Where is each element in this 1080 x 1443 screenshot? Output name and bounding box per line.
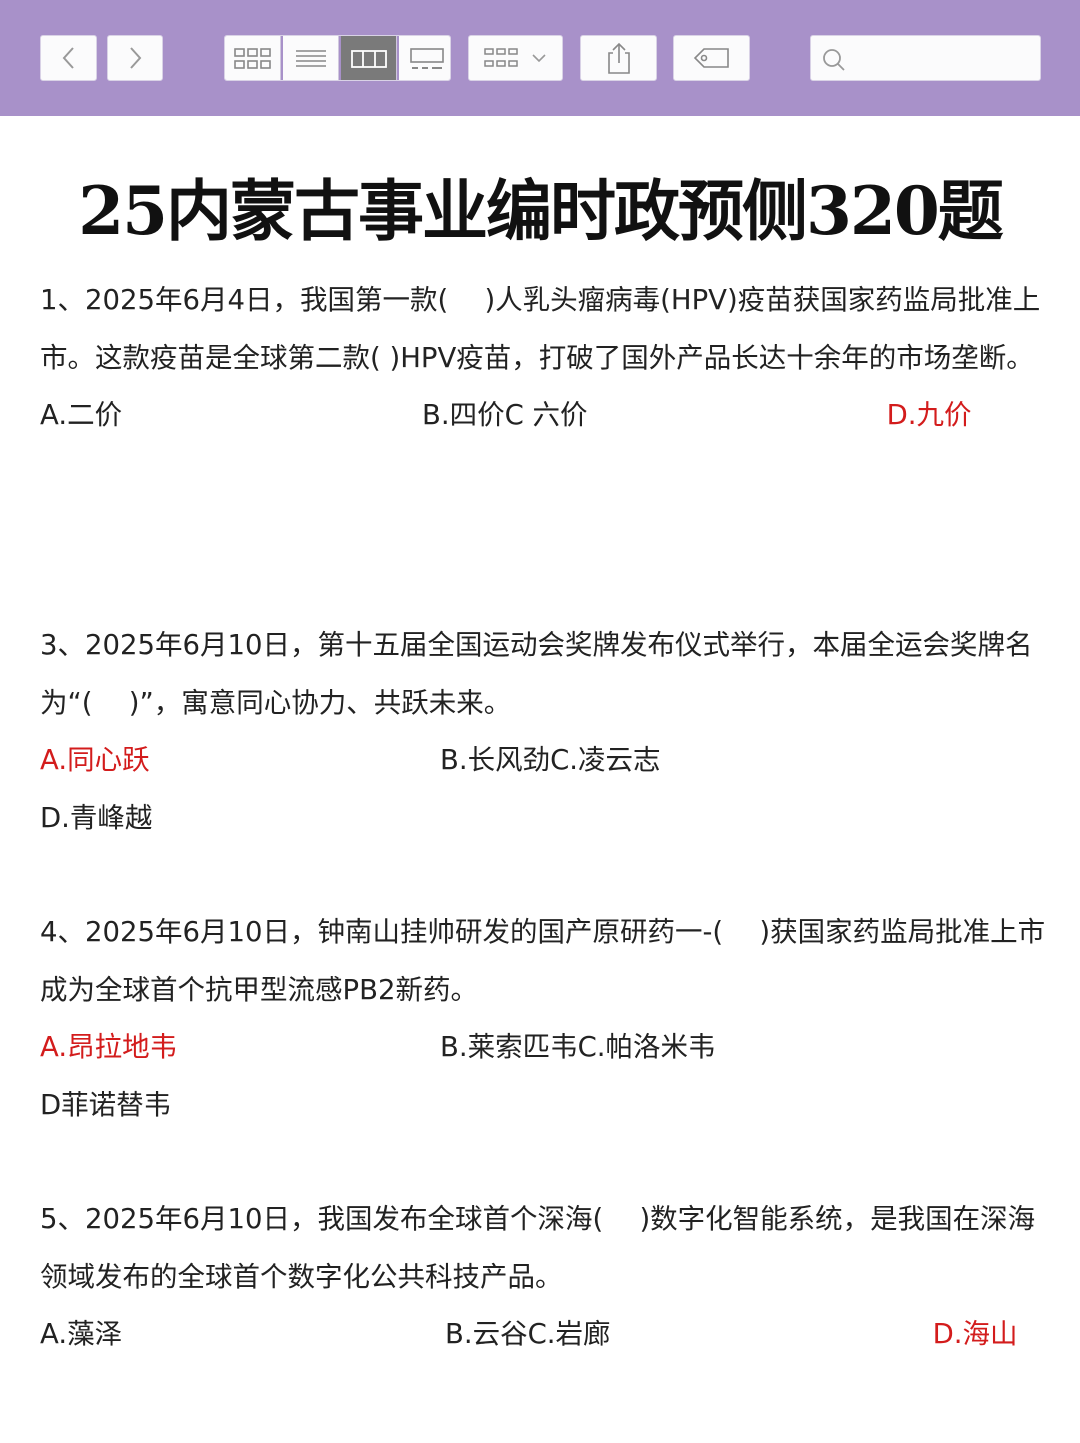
column-view-button[interactable] bbox=[341, 36, 397, 80]
option-d[interactable]: D菲诺替韦 bbox=[40, 1077, 171, 1135]
question-4: 4、2025年6月10日，钟南山挂帅研发的国产原研药一-( )获国家药监局批准上… bbox=[40, 904, 1050, 1134]
question-stem: 1、2025年6月4日，我国第一款( )人乳头瘤病毒(HPV)疫苗获国家药监局批… bbox=[40, 284, 1041, 374]
search-input[interactable] bbox=[855, 44, 1034, 74]
question-5: 5、2025年6月10日，我国发布全球首个深海( )数字化智能系统，是我国在深海… bbox=[40, 1191, 1050, 1364]
question-3: 3、2025年6月10日，第十五届全国运动会奖牌发布仪式举行，本届全运会奖牌名为… bbox=[40, 617, 1050, 847]
group-by-button[interactable] bbox=[468, 35, 563, 81]
share-icon bbox=[607, 42, 630, 74]
chevron-left-icon bbox=[62, 47, 74, 69]
option-c[interactable]: C.凌云志 bbox=[550, 732, 950, 790]
grid-view-icon bbox=[233, 48, 271, 69]
option-b[interactable]: B.长风劲 bbox=[440, 732, 550, 790]
chevron-right-icon bbox=[130, 47, 142, 69]
list-view-button[interactable] bbox=[283, 36, 339, 80]
options: A.昂拉地韦 B.莱索匹韦 C.帕洛米韦 D菲诺替韦 bbox=[40, 1019, 1050, 1134]
option-a-answer[interactable]: A.同心跃 bbox=[40, 732, 440, 790]
option-d-answer[interactable]: D.海山 bbox=[933, 1306, 1018, 1364]
view-mode-group bbox=[224, 35, 451, 81]
options: A.藻泽 B.云谷 C.岩廊 D.海山 bbox=[40, 1306, 1050, 1364]
question-stem: 3、2025年6月10日，第十五届全国运动会奖牌发布仪式举行，本届全运会奖牌名为… bbox=[40, 629, 1033, 719]
search-field[interactable] bbox=[810, 35, 1041, 81]
option-d[interactable]: D.青峰越 bbox=[40, 790, 152, 848]
option-a[interactable]: A.藻泽 bbox=[40, 1306, 445, 1364]
option-a-answer[interactable]: A.昂拉地韦 bbox=[40, 1019, 440, 1077]
page-title: 25内蒙古事业编时政预侧320题 bbox=[78, 172, 1004, 250]
question-stem: 4、2025年6月10日，钟南山挂帅研发的国产原研药一-( )获国家药监局批准上… bbox=[40, 916, 1046, 1006]
share-button[interactable] bbox=[580, 35, 657, 81]
search-icon bbox=[823, 49, 845, 71]
forward-button[interactable] bbox=[107, 35, 163, 81]
option-c[interactable]: C 六价 bbox=[505, 387, 887, 445]
option-b[interactable]: B.莱索匹韦 bbox=[440, 1019, 578, 1077]
tag-icon bbox=[693, 48, 729, 68]
options: A.二价 B.四价 C 六价 D.九价 bbox=[40, 387, 1050, 445]
gallery-view-icon bbox=[410, 48, 444, 69]
option-c[interactable]: C.岩廊 bbox=[528, 1306, 933, 1364]
question-stem: 5、2025年6月10日，我国发布全球首个深海( )数字化智能系统，是我国在深海… bbox=[40, 1203, 1036, 1293]
option-b[interactable]: B.四价 bbox=[422, 387, 505, 445]
group-by-icon bbox=[483, 48, 518, 67]
gallery-view-button[interactable] bbox=[399, 36, 450, 80]
column-view-icon bbox=[350, 50, 387, 68]
option-b[interactable]: B.云谷 bbox=[445, 1306, 528, 1364]
grid-view-button[interactable] bbox=[225, 36, 281, 80]
list-view-icon bbox=[295, 50, 326, 67]
tag-button[interactable] bbox=[673, 35, 750, 81]
back-button[interactable] bbox=[40, 35, 97, 81]
option-a[interactable]: A.二价 bbox=[40, 387, 422, 445]
options: A.同心跃 B.长风劲 C.凌云志 D.青峰越 bbox=[40, 732, 1050, 847]
option-d-answer[interactable]: D.九价 bbox=[887, 387, 972, 445]
option-c[interactable]: C.帕洛米韦 bbox=[578, 1019, 978, 1077]
question-1: 1、2025年6月4日，我国第一款( )人乳头瘤病毒(HPV)疫苗获国家药监局批… bbox=[40, 272, 1050, 445]
toolbar bbox=[0, 0, 1080, 116]
chevron-down-icon bbox=[531, 54, 546, 63]
